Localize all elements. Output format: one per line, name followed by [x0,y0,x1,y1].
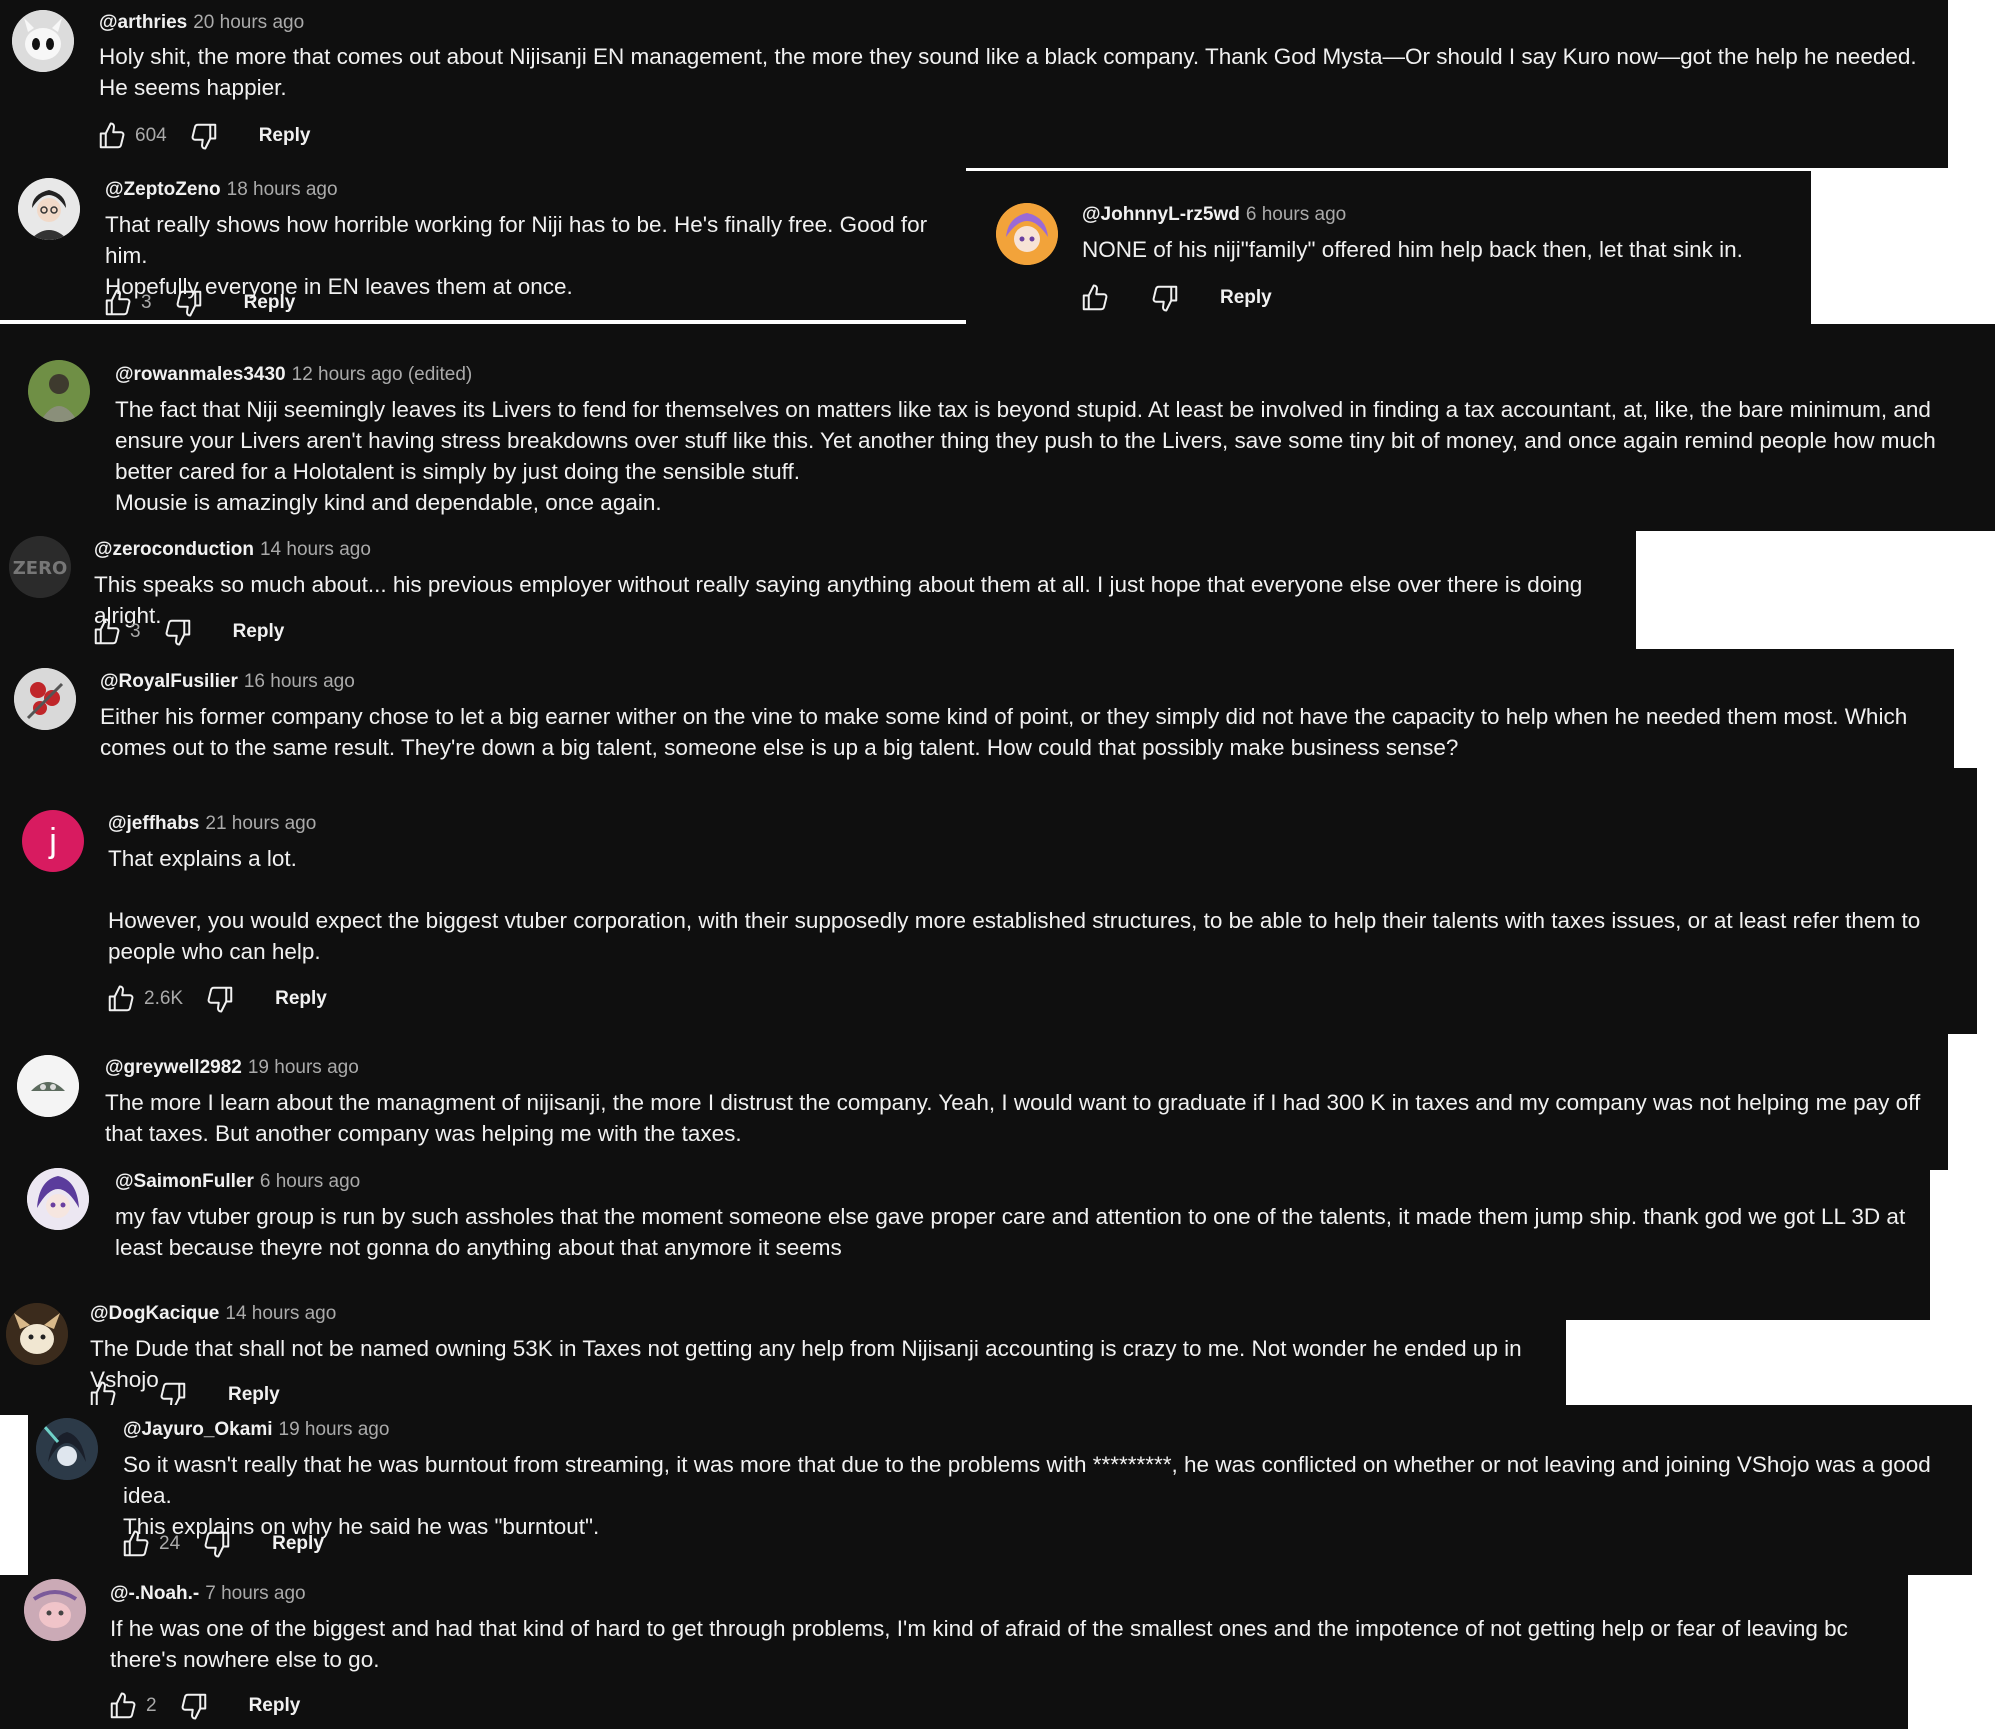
comment-author[interactable]: @arthries [99,12,187,33]
comment-text: If he was one of the biggest and had tha… [110,1616,1855,1672]
avatar[interactable] [12,10,74,72]
comment-card: @rowanmales3430 12 hours ago (edited) The… [0,324,1995,531]
avatar[interactable] [18,178,80,240]
reply-button[interactable]: Reply [233,621,285,643]
avatar[interactable]: ZERO [9,536,71,598]
thumbs-up-icon[interactable] [92,617,122,647]
like-count: 3 [141,292,152,313]
comment-timestamp[interactable]: 19 hours ago [279,1419,390,1440]
comment-card: @JohnnyL-rz5wd 6 hours ago NONE of his ni… [966,171,1811,325]
comment-timestamp[interactable]: 18 hours ago [227,179,338,200]
comment-author[interactable]: @ZeptoZeno [105,179,221,200]
comment-author[interactable]: @jeffhabs [108,813,199,834]
comment-author[interactable]: @-.Noah.- [110,1583,199,1604]
comment-card: ZERO @zeroconduction 14 hours ago This sp… [0,531,1636,649]
comment-text: The more I learn about the managment of … [105,1090,1927,1146]
comment-card: @DogKacique 14 hours ago The Dude that sh… [0,1300,1566,1415]
thumbs-up-icon[interactable] [121,1529,151,1559]
thumbs-down-icon[interactable] [1150,283,1180,313]
comment-card: j @jeffhabs 21 hours ago That explains a … [0,768,1977,1034]
like-count: 24 [159,1533,181,1554]
comment-text: Holy shit, the more that comes out about… [99,44,1923,100]
like-count: 2 [146,1695,157,1716]
svg-text:ZERO: ZERO [13,558,68,579]
avatar[interactable] [6,1303,68,1365]
thumbs-down-icon[interactable] [202,1529,232,1559]
comment-timestamp[interactable]: 14 hours ago [225,1303,336,1324]
comment-timestamp[interactable]: 21 hours ago [205,813,316,834]
comment-timestamp[interactable]: 6 hours ago [260,1171,360,1192]
thumbs-up-icon[interactable] [108,1691,138,1721]
reply-button[interactable]: Reply [272,1533,324,1555]
reply-button[interactable]: Reply [228,1384,280,1406]
comment-author[interactable]: @Jayuro_Okami [123,1419,273,1440]
comment-timestamp[interactable]: 6 hours ago [1246,204,1346,225]
comment-text: my fav vtuber group is run by such assho… [115,1204,1912,1260]
comment-timestamp[interactable]: 14 hours ago [260,539,371,560]
comment-author[interactable]: @SaimonFuller [115,1171,254,1192]
comment-text: That explains a lot. However, you would … [108,846,1921,964]
comment-author[interactable]: @JohnnyL-rz5wd [1082,204,1240,225]
thumbs-down-icon[interactable] [174,288,204,318]
comment-timestamp[interactable]: 7 hours ago [205,1583,305,1604]
comment-timestamp[interactable]: 16 hours ago [244,671,355,692]
comment-text: The Dude that shall not be named owning … [90,1336,1528,1392]
thumbs-up-icon[interactable] [97,121,127,151]
comment-author[interactable]: @DogKacique [90,1303,219,1324]
comment-card: @ZeptoZeno 18 hours ago That really shows… [0,168,966,320]
thumbs-down-icon[interactable] [189,121,219,151]
avatar[interactable] [996,203,1058,265]
comment-card: @-.Noah.- 7 hours ago If he was one of th… [0,1575,1908,1729]
comment-timestamp[interactable]: 12 hours ago (edited) [292,364,473,385]
avatar[interactable] [17,1055,79,1117]
comment-card: @RoyalFusilier 16 hours ago Either his fo… [0,649,1954,768]
thumbs-up-icon[interactable] [1080,283,1110,313]
reply-button[interactable]: Reply [244,292,296,314]
like-count: 604 [135,125,167,146]
avatar[interactable] [27,1168,89,1230]
like-count: 2.6K [144,988,184,1009]
comment-card: @SaimonFuller 6 hours ago my fav vtuber g… [0,1168,1930,1320]
comment-text: So it wasn't really that he was burntout… [123,1452,1931,1539]
avatar[interactable] [28,360,90,422]
thumbs-up-icon[interactable] [106,984,136,1014]
comment-timestamp[interactable]: 20 hours ago [193,12,304,33]
avatar-letter: j [49,821,57,860]
reply-button[interactable]: Reply [259,125,311,147]
comment-text: The fact that Niji seemingly leaves its … [115,397,1936,515]
reply-button[interactable]: Reply [1220,287,1272,309]
avatar[interactable] [24,1579,86,1641]
comment-text: This speaks so much about... his previou… [94,572,1589,628]
comment-card: @arthries 20 hours ago Holy shit, the mor… [0,0,1948,168]
comment-card: @greywell2982 19 hours ago The more I lea… [0,1034,1948,1170]
comment-text: NONE of his niji"family" offered him hel… [1082,237,1743,262]
thumbs-down-icon[interactable] [163,617,193,647]
comment-author[interactable]: @greywell2982 [105,1057,242,1078]
comment-timestamp[interactable]: 19 hours ago [248,1057,359,1078]
avatar[interactable]: j [22,810,84,872]
thumbs-down-icon[interactable] [205,984,235,1014]
comment-author[interactable]: @zeroconduction [94,539,254,560]
reply-button[interactable]: Reply [275,988,327,1010]
reply-button[interactable]: Reply [249,1695,301,1717]
comment-text: Either his former company chose to let a… [100,704,1914,760]
comment-author[interactable]: @RoyalFusilier [100,671,238,692]
thumbs-up-icon[interactable] [103,288,133,318]
avatar[interactable] [36,1418,98,1480]
comment-card: @Jayuro_Okami 19 hours ago So it wasn't r… [28,1405,1972,1575]
thumbs-down-icon[interactable] [179,1691,209,1721]
comment-author[interactable]: @rowanmales3430 [115,364,286,385]
avatar[interactable] [14,668,76,730]
like-count: 3 [130,621,141,642]
